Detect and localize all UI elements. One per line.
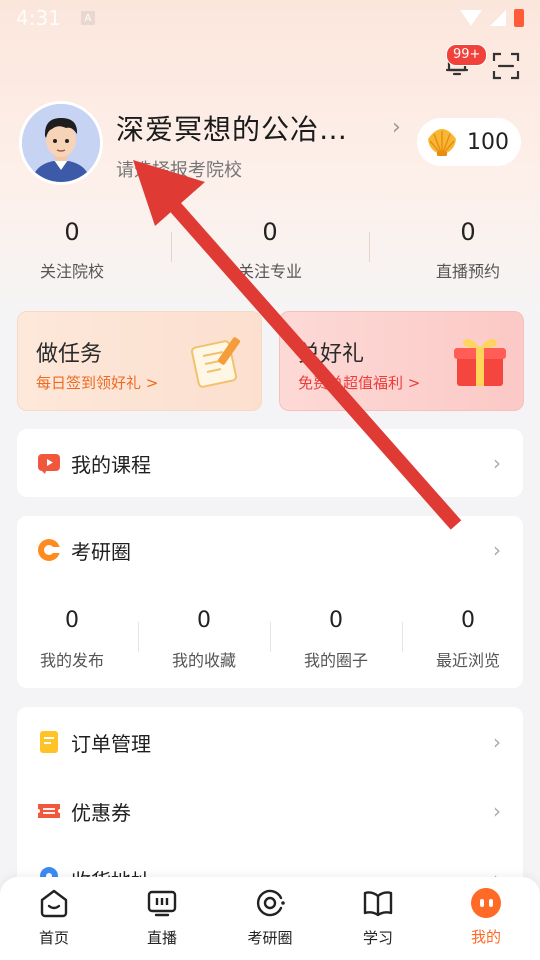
row-label: 订单管理 [71, 731, 151, 756]
task-card[interactable]: 做任务 每日签到领好礼 > [17, 311, 262, 411]
task-card-subtitle: 每日签到领好礼 > [36, 374, 159, 392]
circle-stats-row: 0 我的发布 0 我的收藏 0 我的圈子 0 最近浏览 [17, 608, 523, 678]
stat-followed-schools[interactable]: 0 关注院校 [2, 218, 142, 282]
stat-followed-majors[interactable]: 0 关注专业 [200, 218, 340, 282]
gift-card-title: 兑好礼 [298, 342, 365, 367]
user-avatar-illustration [22, 104, 100, 182]
stat-value: 0 [197, 608, 211, 633]
coupon-ticket-icon [38, 804, 60, 818]
live-tv-icon [147, 890, 177, 917]
tab-label: 首页 [38, 929, 69, 947]
tab-home[interactable]: 首页 [14, 887, 94, 948]
status-time: 4:31 [16, 6, 61, 30]
stat-my-favorites[interactable]: 0 我的收藏 [149, 608, 259, 671]
stat-value: 0 [461, 608, 475, 633]
coupons-row[interactable]: 优惠券 › [17, 781, 523, 841]
stat-value: 0 [329, 608, 343, 633]
row-label: 优惠券 [71, 800, 131, 825]
profile-dot-icon [471, 888, 501, 918]
tab-circle[interactable]: 考研圈 [230, 887, 310, 948]
chevron-right-icon: › [493, 451, 501, 475]
divider [138, 622, 139, 652]
stat-label: 最近浏览 [435, 651, 500, 670]
stat-my-posts[interactable]: 0 我的发布 [17, 608, 127, 671]
tab-me[interactable]: 我的 [446, 887, 526, 947]
circle-panel: 考研圈 › 0 我的发布 0 我的收藏 0 我的圈子 0 最近浏览 [17, 516, 523, 688]
bottom-tab-bar: 首页 直播 考研圈 学习 我的 [0, 877, 540, 960]
orders-row[interactable]: 订单管理 › [17, 712, 523, 772]
chevron-right-icon: › [493, 730, 501, 754]
chevron-right-icon: › [493, 799, 501, 823]
gift-box-icon [454, 339, 506, 386]
task-card-title: 做任务 [36, 342, 103, 367]
status-bar: 4:31 A [0, 0, 540, 36]
stat-value: 0 [65, 608, 79, 633]
stat-label: 关注院校 [39, 262, 104, 281]
tab-label: 我的 [470, 928, 501, 946]
gift-card-subtitle: 免费兑超值福利 > [298, 374, 421, 392]
username[interactable]: 深爱冥想的公冶… [116, 108, 348, 148]
battery-icon [514, 9, 524, 27]
row-label: 考研圈 [71, 539, 131, 564]
shell-coin-icon [428, 129, 456, 156]
tab-label: 学习 [362, 929, 393, 947]
avatar[interactable] [19, 101, 103, 185]
divider [402, 622, 403, 652]
stat-recent-views[interactable]: 0 最近浏览 [413, 608, 523, 671]
tab-live[interactable]: 直播 [122, 887, 202, 948]
divider [369, 232, 370, 262]
tab-label: 考研圈 [247, 929, 293, 947]
stat-label: 关注专业 [237, 262, 302, 281]
stat-live-reservations[interactable]: 0 直播预约 [398, 218, 538, 282]
circle-community-icon [38, 539, 61, 561]
stat-label: 我的圈子 [303, 651, 368, 670]
coin-count: 100 [467, 129, 509, 155]
order-list-icon [40, 731, 58, 753]
chevron-right-icon: › [493, 538, 501, 562]
scan-icon[interactable] [492, 52, 520, 80]
follow-stats-row: 0 关注院校 0 关注专业 0 直播预约 [0, 218, 540, 288]
circle-community-icon [256, 889, 285, 917]
stat-value: 0 [460, 218, 476, 246]
stat-value: 0 [262, 218, 278, 246]
notepad-pencil-icon [191, 337, 241, 388]
tab-study[interactable]: 学习 [338, 887, 418, 948]
row-label: 我的课程 [71, 452, 151, 477]
select-school-link[interactable]: 请选择报考院校 [116, 156, 242, 182]
stat-label: 我的收藏 [171, 651, 236, 670]
gift-card[interactable]: 兑好礼 免费兑超值福利 > [279, 311, 524, 411]
notifications-button[interactable]: 99+ [444, 44, 488, 80]
video-play-icon [38, 454, 60, 474]
wifi-icon [460, 10, 482, 26]
tab-label: 直播 [146, 929, 177, 947]
coin-balance-button[interactable]: 100 [417, 118, 521, 166]
my-courses-panel: 我的课程 › [17, 429, 523, 497]
stat-label: 我的发布 [39, 651, 104, 670]
stat-value: 0 [64, 218, 80, 246]
divider [270, 622, 271, 652]
home-icon [40, 889, 68, 918]
divider [171, 232, 172, 262]
status-indicator-icon: A [80, 11, 95, 25]
my-courses-row[interactable]: 我的课程 › [17, 433, 523, 493]
open-book-icon [363, 891, 393, 917]
notification-badge: 99+ [446, 44, 488, 66]
signal-icon [490, 10, 506, 26]
stat-label: 直播预约 [435, 262, 500, 281]
chevron-right-icon[interactable]: › [392, 115, 401, 140]
stat-my-circles[interactable]: 0 我的圈子 [281, 608, 391, 671]
circle-row[interactable]: 考研圈 › [17, 520, 523, 580]
